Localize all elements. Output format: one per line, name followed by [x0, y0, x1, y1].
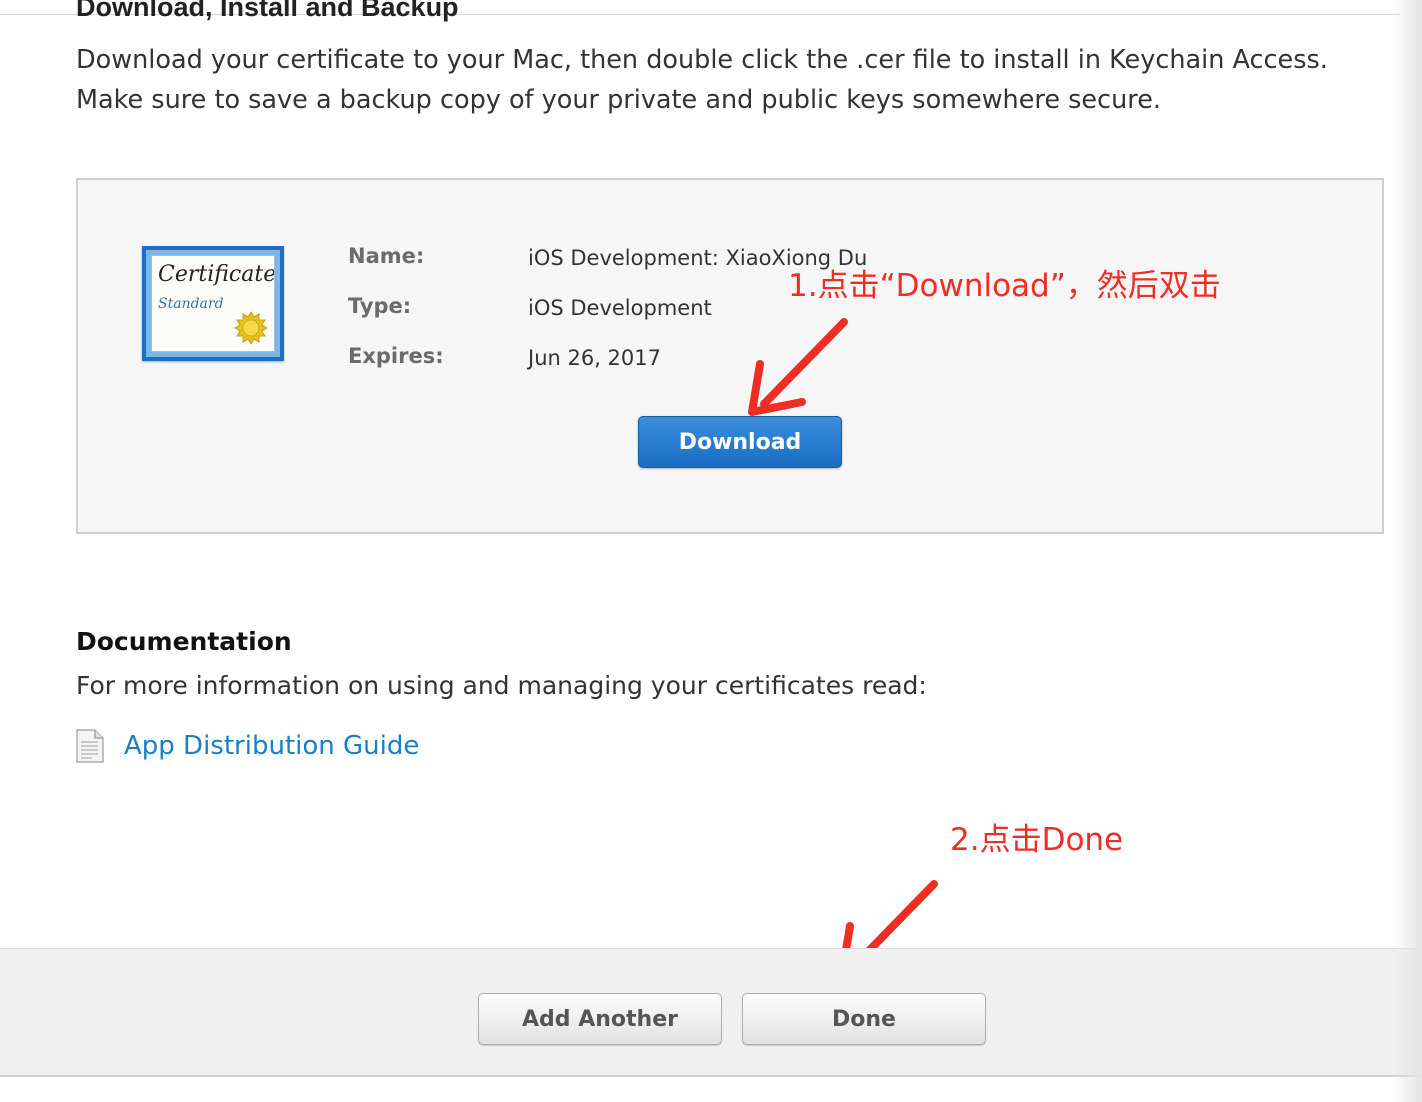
documentation-text: For more information on using and managi… — [76, 671, 927, 700]
document-icon — [76, 729, 104, 763]
field-label: Type: — [348, 294, 412, 318]
field-label: Expires: — [348, 344, 444, 368]
done-button[interactable]: Done — [742, 993, 986, 1045]
scroll-edge-shadow — [1392, 0, 1422, 1102]
annotation-arrow-1-icon — [748, 318, 848, 416]
footer-action-bar: Add Another Done — [0, 948, 1422, 1076]
certificate-icon: Certificate Standard — [142, 246, 284, 361]
add-another-button[interactable]: Add Another — [478, 993, 722, 1045]
documentation-link-row: App Distribution Guide — [76, 728, 419, 764]
field-row-expires: Expires: Jun 26, 2017 — [348, 340, 1048, 390]
certificate-panel: Certificate Standard Name: iOS Developme… — [76, 178, 1384, 534]
section-heading: Download, Install and Backup — [76, 0, 976, 22]
certificate-icon-title: Certificate — [158, 262, 275, 287]
download-button[interactable]: Download — [638, 416, 842, 468]
field-label: Name: — [348, 244, 425, 268]
certificate-details: Name: iOS Development: XiaoXiong Du Type… — [348, 240, 1048, 390]
field-value: Jun 26, 2017 — [528, 346, 662, 370]
field-value: iOS Development — [528, 296, 712, 320]
footer-divider — [0, 1075, 1422, 1077]
annotation-step-2: 2.点击Done — [950, 822, 1124, 858]
section-heading-text: Download, Install and Backup — [76, 0, 459, 22]
section-description: Download your certificate to your Mac, t… — [76, 45, 1328, 115]
app-distribution-guide-link[interactable]: App Distribution Guide — [124, 731, 419, 761]
annotation-step-1: 1.点击“Download”，然后双击 — [788, 268, 1221, 304]
certificate-icon-subtitle: Standard — [158, 296, 224, 312]
documentation-heading: Documentation — [76, 627, 292, 656]
page: Download, Install and Backup Download yo… — [0, 0, 1422, 1102]
seal-icon — [234, 311, 268, 345]
